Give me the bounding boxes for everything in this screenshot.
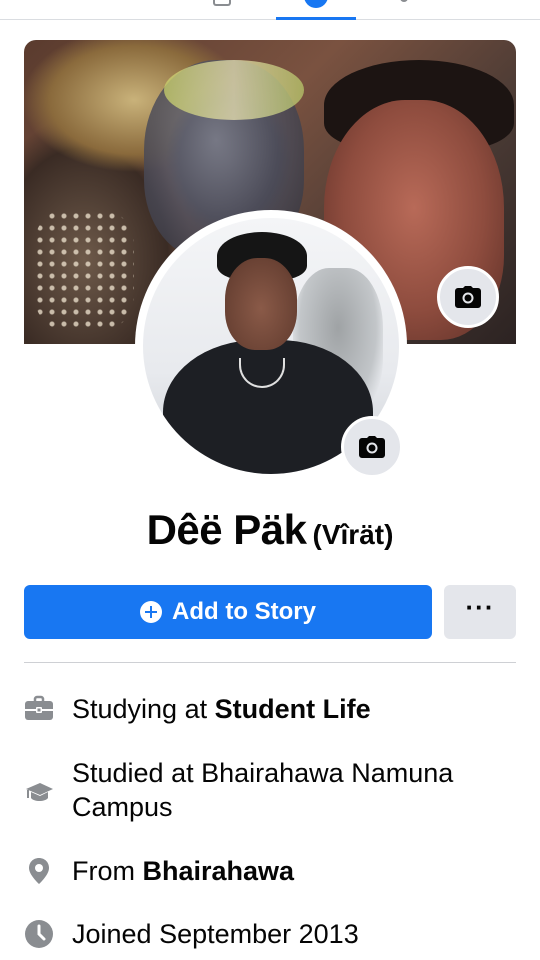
detail-studying-text: Studying at Student Life: [72, 692, 371, 726]
studying-place[interactable]: Student Life: [215, 694, 371, 724]
plus-circle-icon: [140, 601, 162, 623]
edit-profile-picture-button[interactable]: [341, 416, 403, 478]
detail-joined-text: Joined September 2013: [72, 919, 359, 949]
detail-from-text: From Bhairahawa: [72, 854, 294, 888]
detail-studied[interactable]: Studied at Bhairahawa Namuna Campus: [24, 756, 516, 824]
more-dots-icon: ···: [465, 592, 495, 622]
from-place[interactable]: Bhairahawa: [143, 856, 295, 886]
detail-studied-text: Studied at Bhairahawa Namuna Campus: [72, 758, 454, 822]
from-prefix: From: [72, 856, 143, 886]
camera-icon: [359, 436, 385, 458]
camera-icon: [455, 286, 481, 308]
avatar-head: [225, 258, 297, 350]
add-to-story-button[interactable]: Add to Story: [24, 585, 432, 639]
tab-left[interactable]: [205, 0, 235, 20]
cover-beads: [34, 210, 134, 330]
more-options-button[interactable]: ···: [444, 585, 516, 639]
detail-from[interactable]: From Bhairahawa: [24, 854, 516, 888]
profile-name: Dêë Päk: [146, 506, 307, 553]
location-pin-icon: [24, 856, 54, 886]
tab-right[interactable]: [392, 0, 422, 20]
cover-face-paint: [164, 60, 304, 120]
profile-nickname: (Vîrät): [312, 519, 394, 550]
divider: [24, 662, 516, 663]
clock-icon: [24, 919, 54, 949]
edit-cover-photo-button[interactable]: [437, 266, 499, 328]
detail-joined: Joined September 2013: [24, 917, 516, 951]
detail-studying[interactable]: Studying at Student Life: [24, 692, 516, 726]
add-to-story-label: Add to Story: [172, 598, 316, 625]
briefcase-icon: [24, 694, 54, 724]
graduation-cap-icon: [24, 776, 54, 806]
studying-prefix: Studying at: [72, 694, 215, 724]
profile-tab-strip: [0, 0, 540, 20]
tab-active[interactable]: [276, 0, 356, 20]
profile-name-row: Dêë Päk (Vîrät): [0, 506, 540, 554]
